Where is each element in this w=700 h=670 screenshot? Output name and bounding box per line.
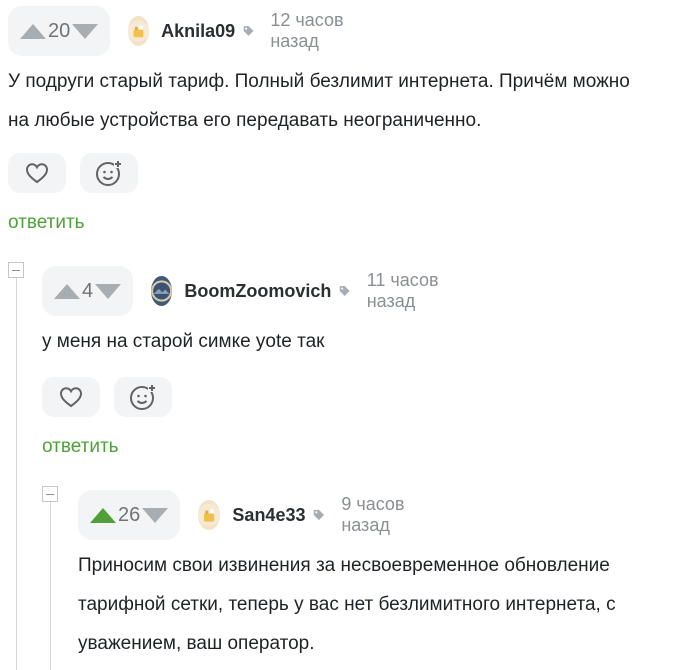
arrow-down-icon [142, 507, 169, 523]
comment-actions [42, 377, 172, 417]
avatar[interactable] [151, 276, 173, 306]
reply-link[interactable]: ответить [42, 436, 119, 458]
comment-actions [8, 153, 138, 193]
emoji-add-icon [96, 160, 122, 186]
username[interactable]: Aknila09 [161, 21, 235, 42]
minus-icon [12, 269, 20, 271]
comment-text-line: уважением, ваш оператор. [78, 633, 315, 654]
vote-control: 4 [42, 266, 134, 316]
timestamp[interactable]: 12 часов назад [270, 10, 358, 52]
vote-control: 26 [78, 490, 181, 540]
collapse-thread-button[interactable] [8, 262, 24, 278]
comment-header: 4 BoomZoomovich 11 часов назад [42, 266, 456, 316]
comment-text-line: тарифной сетки, теперь у вас нет безлими… [78, 594, 616, 615]
arrow-down-icon [72, 23, 99, 39]
avatar[interactable] [198, 500, 221, 530]
like-button[interactable] [42, 377, 100, 417]
username[interactable]: BoomZoomovich [184, 281, 331, 302]
upvote-button[interactable] [52, 276, 82, 306]
comment-header: 26 San4e33 9 часов назад [78, 490, 428, 540]
comment-header: 20 Aknila09 12 часов назад [8, 6, 359, 56]
comment-text-line: У подруги старый тариф. Полный безлимит … [8, 71, 630, 92]
comment-text: Приносим свои извинения за несвоевременн… [78, 546, 616, 663]
upvote-button[interactable] [88, 500, 118, 530]
minus-icon [46, 493, 54, 495]
comment-text-line: у меня на старой симке yote так [42, 331, 325, 352]
username[interactable]: San4e33 [232, 505, 305, 526]
comment-text: у меня на старой симке yote так [42, 322, 325, 361]
timestamp[interactable]: 11 часов назад [367, 270, 456, 312]
arrow-up-icon [54, 283, 80, 299]
emoji-add-icon [130, 384, 156, 410]
tag-icon[interactable] [339, 283, 350, 299]
vote-control: 20 [8, 6, 111, 56]
thread-line[interactable] [16, 278, 17, 670]
collapse-thread-button[interactable] [42, 486, 58, 502]
heart-icon [59, 387, 83, 408]
vote-count: 26 [118, 503, 141, 526]
vote-count: 4 [82, 279, 94, 302]
add-reaction-button[interactable] [80, 153, 138, 193]
timestamp[interactable]: 9 часов назад [341, 494, 427, 536]
tag-icon[interactable] [243, 23, 254, 39]
upvote-button[interactable] [18, 16, 48, 46]
add-reaction-button[interactable] [114, 377, 172, 417]
comment-text-line: на любые устройства его передавать неогр… [8, 110, 482, 131]
downvote-button[interactable] [140, 500, 170, 530]
avatar[interactable] [128, 16, 150, 46]
arrow-up-icon [20, 23, 46, 39]
downvote-button[interactable] [70, 16, 100, 46]
arrow-down-icon [95, 283, 122, 299]
like-button[interactable] [8, 153, 66, 193]
arrow-up-icon [90, 507, 116, 523]
vote-count: 20 [48, 19, 71, 42]
heart-icon [25, 163, 49, 184]
reply-link[interactable]: ответить [8, 212, 85, 234]
comment-text-line: Приносим свои извинения за несвоевременн… [78, 555, 610, 576]
tag-icon[interactable] [313, 507, 325, 523]
thread-line[interactable] [50, 502, 51, 670]
downvote-button[interactable] [93, 276, 123, 306]
comment-text: У подруги старый тариф. Полный безлимит … [8, 62, 630, 140]
